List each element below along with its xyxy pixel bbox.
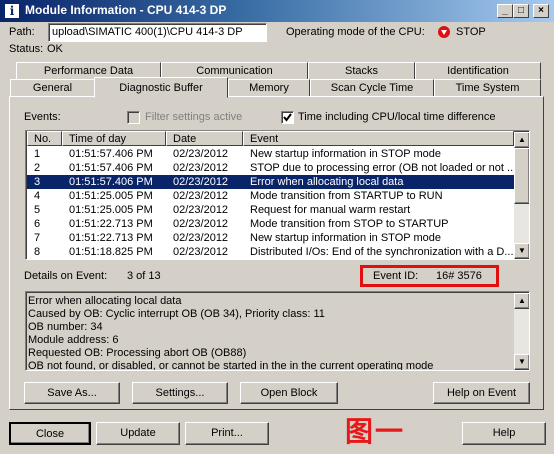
time-difference-label: Time including CPU/local time difference — [298, 111, 496, 123]
scroll-up-icon[interactable]: ▲ — [514, 293, 529, 309]
cell-no: 7 — [34, 232, 41, 244]
cell-date: 02/23/2012 — [173, 176, 229, 188]
tab-stacks[interactable]: Stacks — [308, 62, 415, 79]
cell-time: 01:51:18.825 PM — [69, 246, 153, 258]
details-counter: 3 of 13 — [127, 270, 161, 282]
event-details-textarea[interactable]: Error when allocating local data Caused b… — [25, 291, 530, 371]
minimize-button[interactable]: _ — [497, 4, 513, 18]
cell-no: 1 — [34, 148, 41, 160]
info-icon: i — [4, 3, 20, 19]
cell-time: 01:51:57.406 PM — [69, 148, 153, 160]
cell-no: 3 — [34, 176, 41, 188]
save-as-button[interactable]: Save As... — [24, 382, 120, 404]
settings-button[interactable]: Settings... — [132, 382, 228, 404]
window-title: Module Information - CPU 414-3 DP — [25, 3, 227, 17]
close-window-button[interactable]: × — [533, 4, 549, 18]
detail-line: OB not found, or disabled, or cannot be … — [28, 360, 434, 371]
maximize-button[interactable]: □ — [513, 4, 529, 18]
tab-time-system[interactable]: Time System — [434, 79, 541, 96]
cell-time: 01:51:25.005 PM — [69, 190, 153, 202]
details-label: Details on Event: — [24, 270, 108, 282]
cell-event: New startup information in STOP mode — [250, 148, 441, 160]
detail-line: Module address: 6 — [28, 334, 119, 346]
table-row[interactable]: 2 01:51:57.406 PM 02/23/2012 STOP due to pr… — [27, 161, 517, 175]
cell-event: Request for manual warm restart — [250, 204, 411, 216]
filter-checkbox[interactable] — [127, 111, 140, 124]
path-label: Path: — [9, 26, 35, 38]
cell-event: Distributed I/Os: End of the synchroniza… — [250, 246, 514, 258]
operating-mode-label: Operating mode of the CPU: — [286, 26, 425, 38]
time-difference-checkbox[interactable] — [281, 111, 294, 124]
scroll-up-icon[interactable]: ▲ — [514, 132, 529, 148]
update-button[interactable]: Update — [96, 422, 180, 445]
cell-no: 6 — [34, 218, 41, 230]
cell-event: Mode transition from STOP to STARTUP — [250, 218, 449, 230]
help-on-event-button[interactable]: Help on Event — [433, 382, 530, 404]
open-block-button[interactable]: Open Block — [240, 382, 338, 404]
detail-line: Requested OB: Processing abort OB (OB88) — [28, 347, 247, 359]
tab-memory[interactable]: Memory — [228, 79, 310, 96]
col-header-time[interactable]: Time of day — [62, 131, 166, 146]
details-scrollbar[interactable]: ▲ ▼ — [514, 293, 529, 370]
help-button[interactable]: Help — [462, 422, 546, 445]
table-row[interactable]: 3 01:51:57.406 PM 02/23/2012 Error when all… — [27, 175, 514, 189]
cell-date: 02/23/2012 — [173, 218, 229, 230]
cell-date: 02/23/2012 — [173, 190, 229, 202]
scroll-down-icon[interactable]: ▼ — [514, 243, 529, 259]
stop-status-icon — [437, 25, 451, 39]
cell-time: 01:51:57.406 PM — [69, 162, 153, 174]
table-row[interactable]: 8 01:51:18.825 PM 02/23/2012 Distributed I/… — [27, 245, 514, 259]
status-value: OK — [47, 43, 63, 55]
tab-identification[interactable]: Identification — [415, 62, 541, 79]
cell-time: 01:51:22.713 PM — [69, 232, 153, 244]
close-button[interactable]: Close — [9, 422, 91, 445]
table-row[interactable]: 5 01:51:25.005 PM 02/23/2012 Request for ma… — [27, 203, 514, 217]
event-id-label: Event ID: — [373, 270, 419, 282]
events-label: Events: — [24, 111, 61, 123]
events-table[interactable]: No. Time of day Date Event 1 01:51:57.406… — [25, 130, 530, 260]
cell-date: 02/23/2012 — [173, 204, 229, 216]
event-id-value: 16# 3576 — [436, 270, 482, 282]
table-row[interactable]: 4 01:51:25.005 PM 02/23/2012 Mode transitio… — [27, 189, 514, 203]
print-button[interactable]: Print... — [185, 422, 269, 445]
status-label: Status: — [9, 43, 44, 55]
detail-line: Caused by OB: Cyclic interrupt OB (OB 34… — [28, 308, 325, 320]
cell-no: 5 — [34, 204, 41, 216]
cell-no: 2 — [34, 162, 41, 174]
col-header-date[interactable]: Date — [166, 131, 243, 146]
table-row[interactable]: 6 01:51:22.713 PM 02/23/2012 Mode transitio… — [27, 217, 514, 231]
scroll-thumb[interactable] — [514, 148, 529, 204]
tab-diagnostic-buffer[interactable]: Diagnostic Buffer — [94, 77, 228, 98]
annotation-watermark: 图一 — [345, 415, 406, 448]
cell-time: 01:51:25.005 PM — [69, 204, 153, 216]
cell-event: STOP due to processing error (OB not loa… — [250, 162, 517, 174]
cell-date: 02/23/2012 — [173, 246, 229, 258]
table-row[interactable]: 7 01:51:22.713 PM 02/23/2012 New startup in… — [27, 231, 514, 245]
detail-line: Error when allocating local data — [28, 295, 182, 307]
col-header-event[interactable]: Event — [243, 131, 514, 146]
cell-time: 01:51:22.713 PM — [69, 218, 153, 230]
path-field[interactable]: upload\SIMATIC 400(1)\CPU 414-3 DP — [48, 23, 267, 42]
col-header-no[interactable]: No. — [27, 131, 62, 146]
filter-label: Filter settings active — [145, 111, 243, 123]
cell-event: Mode transition from STARTUP to RUN — [250, 190, 443, 202]
events-scrollbar[interactable]: ▲ ▼ — [514, 132, 529, 259]
cell-date: 02/23/2012 — [173, 148, 229, 160]
cell-event: Error when allocating local data — [250, 176, 404, 188]
table-row[interactable]: 1 01:51:57.406 PM 02/23/2012 New startup in… — [27, 147, 514, 161]
cell-time: 01:51:57.406 PM — [69, 176, 153, 188]
checkmark-icon — [283, 113, 292, 122]
scroll-down-icon[interactable]: ▼ — [514, 354, 529, 370]
operating-mode-value: STOP — [456, 26, 486, 38]
cell-event: New startup information in STOP mode — [250, 232, 441, 244]
cell-no: 4 — [34, 190, 41, 202]
cell-no: 8 — [34, 246, 41, 258]
tab-general[interactable]: General — [10, 79, 95, 96]
tab-scan-cycle-time[interactable]: Scan Cycle Time — [310, 79, 434, 96]
detail-line: OB number: 34 — [28, 321, 103, 333]
cell-date: 02/23/2012 — [173, 232, 229, 244]
cell-date: 02/23/2012 — [173, 162, 229, 174]
